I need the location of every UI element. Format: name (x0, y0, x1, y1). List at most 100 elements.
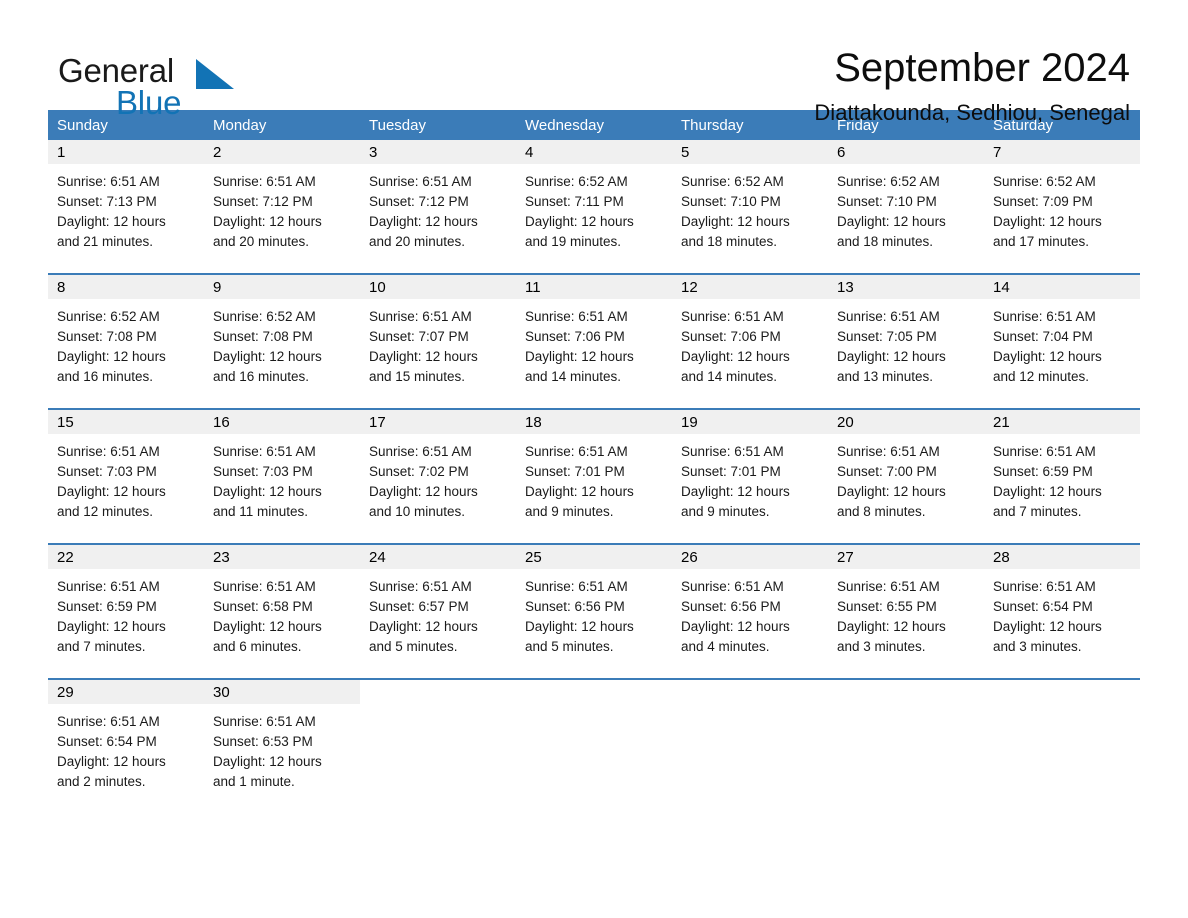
day-cell[interactable]: 30 Sunrise: 6:51 AM Sunset: 6:53 PM Dayl… (204, 680, 360, 814)
day-cell[interactable]: 13 Sunrise: 6:51 AM Sunset: 7:05 PM Dayl… (828, 275, 984, 408)
day-cell[interactable]: 8 Sunrise: 6:52 AM Sunset: 7:08 PM Dayli… (48, 275, 204, 408)
sunrise-line: Sunrise: 6:51 AM (57, 579, 160, 594)
calendar-week-row: 22 Sunrise: 6:51 AM Sunset: 6:59 PM Dayl… (48, 543, 1140, 678)
page-header: General Blue September 2024 Diattakounda… (0, 0, 1188, 125)
day-number-band: 15 (48, 410, 204, 434)
day-cell[interactable]: 6 Sunrise: 6:52 AM Sunset: 7:10 PM Dayli… (828, 140, 984, 273)
day-cell[interactable]: 11 Sunrise: 6:51 AM Sunset: 7:06 PM Dayl… (516, 275, 672, 408)
calendar-week-row: 1 Sunrise: 6:51 AM Sunset: 7:13 PM Dayli… (48, 140, 1140, 273)
weekday-header-tuesday: Tuesday (369, 116, 426, 134)
page-subtitle: Diattakounda, Sedhiou, Senegal (814, 100, 1130, 125)
day-cell[interactable]: 19 Sunrise: 6:51 AM Sunset: 7:01 PM Dayl… (672, 410, 828, 543)
daylight-line-1: Daylight: 12 hours (993, 619, 1102, 634)
sunset-line: Sunset: 7:06 PM (681, 329, 781, 344)
daylight-line-2: and 8 minutes. (837, 504, 926, 519)
day-details: Sunrise: 6:51 AM Sunset: 6:59 PM Dayligh… (984, 434, 1140, 522)
sunrise-line: Sunrise: 6:52 AM (525, 174, 628, 189)
day-cell-empty (984, 680, 1140, 814)
sunset-line: Sunset: 7:09 PM (993, 194, 1093, 209)
daylight-line-2: and 3 minutes. (993, 639, 1082, 654)
day-number-band (516, 680, 672, 704)
day-details: Sunrise: 6:51 AM Sunset: 6:54 PM Dayligh… (48, 704, 204, 792)
day-cell[interactable]: 18 Sunrise: 6:51 AM Sunset: 7:01 PM Dayl… (516, 410, 672, 543)
day-details: Sunrise: 6:51 AM Sunset: 7:05 PM Dayligh… (828, 299, 984, 387)
daylight-line-1: Daylight: 12 hours (57, 349, 166, 364)
day-number-band: 25 (516, 545, 672, 569)
day-number-band: 13 (828, 275, 984, 299)
day-cell[interactable]: 28 Sunrise: 6:51 AM Sunset: 6:54 PM Dayl… (984, 545, 1140, 678)
day-number: 23 (213, 548, 230, 566)
logo-triangle-icon (196, 59, 234, 89)
logo-text-blue: Blue (116, 84, 182, 121)
day-cell[interactable]: 9 Sunrise: 6:52 AM Sunset: 7:08 PM Dayli… (204, 275, 360, 408)
day-cell[interactable]: 7 Sunrise: 6:52 AM Sunset: 7:09 PM Dayli… (984, 140, 1140, 273)
day-cell[interactable]: 4 Sunrise: 6:52 AM Sunset: 7:11 PM Dayli… (516, 140, 672, 273)
day-cell[interactable]: 26 Sunrise: 6:51 AM Sunset: 6:56 PM Dayl… (672, 545, 828, 678)
day-cell[interactable]: 21 Sunrise: 6:51 AM Sunset: 6:59 PM Dayl… (984, 410, 1140, 543)
day-number: 16 (213, 413, 230, 431)
day-number-band: 9 (204, 275, 360, 299)
day-number: 7 (993, 143, 1002, 161)
day-cell[interactable]: 23 Sunrise: 6:51 AM Sunset: 6:58 PM Dayl… (204, 545, 360, 678)
day-number: 22 (57, 548, 74, 566)
day-cell[interactable]: 5 Sunrise: 6:52 AM Sunset: 7:10 PM Dayli… (672, 140, 828, 273)
day-number-band: 30 (204, 680, 360, 704)
day-details: Sunrise: 6:51 AM Sunset: 7:00 PM Dayligh… (828, 434, 984, 522)
page-title: September 2024 (834, 46, 1130, 90)
day-cell[interactable]: 17 Sunrise: 6:51 AM Sunset: 7:02 PM Dayl… (360, 410, 516, 543)
day-details: Sunrise: 6:51 AM Sunset: 6:59 PM Dayligh… (48, 569, 204, 657)
sunrise-line: Sunrise: 6:51 AM (993, 579, 1096, 594)
day-details: Sunrise: 6:51 AM Sunset: 6:58 PM Dayligh… (204, 569, 360, 657)
day-number: 2 (213, 143, 222, 161)
sunrise-line: Sunrise: 6:51 AM (57, 714, 160, 729)
sunrise-line: Sunrise: 6:51 AM (837, 309, 940, 324)
sunset-line: Sunset: 7:06 PM (525, 329, 625, 344)
day-cell-empty (672, 680, 828, 814)
sunset-line: Sunset: 7:01 PM (681, 464, 781, 479)
day-number-band: 20 (828, 410, 984, 434)
day-details: Sunrise: 6:51 AM Sunset: 7:01 PM Dayligh… (516, 434, 672, 522)
day-number: 20 (837, 413, 854, 431)
daylight-line-1: Daylight: 12 hours (57, 619, 166, 634)
day-details: Sunrise: 6:51 AM Sunset: 7:02 PM Dayligh… (360, 434, 516, 522)
sunrise-line: Sunrise: 6:51 AM (837, 444, 940, 459)
day-number-band: 1 (48, 140, 204, 164)
day-cell-empty (828, 680, 984, 814)
day-details: Sunrise: 6:51 AM Sunset: 6:56 PM Dayligh… (672, 569, 828, 657)
day-cell[interactable]: 16 Sunrise: 6:51 AM Sunset: 7:03 PM Dayl… (204, 410, 360, 543)
day-cell[interactable]: 24 Sunrise: 6:51 AM Sunset: 6:57 PM Dayl… (360, 545, 516, 678)
day-cell[interactable]: 3 Sunrise: 6:51 AM Sunset: 7:12 PM Dayli… (360, 140, 516, 273)
weekday-header-thursday: Thursday (681, 116, 744, 134)
daylight-line-2: and 4 minutes. (681, 639, 770, 654)
sunrise-line: Sunrise: 6:51 AM (837, 579, 940, 594)
sunset-line: Sunset: 6:56 PM (525, 599, 625, 614)
sunrise-line: Sunrise: 6:52 AM (213, 309, 316, 324)
day-cell[interactable]: 2 Sunrise: 6:51 AM Sunset: 7:12 PM Dayli… (204, 140, 360, 273)
daylight-line-2: and 10 minutes. (369, 504, 466, 519)
daylight-line-1: Daylight: 12 hours (837, 349, 946, 364)
daylight-line-1: Daylight: 12 hours (525, 349, 634, 364)
day-cell[interactable]: 12 Sunrise: 6:51 AM Sunset: 7:06 PM Dayl… (672, 275, 828, 408)
daylight-line-1: Daylight: 12 hours (681, 619, 790, 634)
daylight-line-2: and 11 minutes. (213, 504, 309, 519)
day-details: Sunrise: 6:51 AM Sunset: 7:12 PM Dayligh… (204, 164, 360, 252)
day-cell[interactable]: 27 Sunrise: 6:51 AM Sunset: 6:55 PM Dayl… (828, 545, 984, 678)
daylight-line-2: and 14 minutes. (681, 369, 778, 384)
day-cell[interactable]: 1 Sunrise: 6:51 AM Sunset: 7:13 PM Dayli… (48, 140, 204, 273)
day-cell[interactable]: 10 Sunrise: 6:51 AM Sunset: 7:07 PM Dayl… (360, 275, 516, 408)
day-cell[interactable]: 15 Sunrise: 6:51 AM Sunset: 7:03 PM Dayl… (48, 410, 204, 543)
day-number: 25 (525, 548, 542, 566)
sunrise-line: Sunrise: 6:51 AM (993, 309, 1096, 324)
sunset-line: Sunset: 7:12 PM (213, 194, 313, 209)
day-cell[interactable]: 14 Sunrise: 6:51 AM Sunset: 7:04 PM Dayl… (984, 275, 1140, 408)
day-cell[interactable]: 29 Sunrise: 6:51 AM Sunset: 6:54 PM Dayl… (48, 680, 204, 814)
daylight-line-1: Daylight: 12 hours (837, 484, 946, 499)
day-number-band: 27 (828, 545, 984, 569)
day-cell[interactable]: 25 Sunrise: 6:51 AM Sunset: 6:56 PM Dayl… (516, 545, 672, 678)
daylight-line-2: and 21 minutes. (57, 234, 154, 249)
daylight-line-1: Daylight: 12 hours (369, 214, 478, 229)
day-cell[interactable]: 20 Sunrise: 6:51 AM Sunset: 7:00 PM Dayl… (828, 410, 984, 543)
daylight-line-2: and 7 minutes. (993, 504, 1082, 519)
sunrise-line: Sunrise: 6:51 AM (369, 309, 472, 324)
day-cell[interactable]: 22 Sunrise: 6:51 AM Sunset: 6:59 PM Dayl… (48, 545, 204, 678)
